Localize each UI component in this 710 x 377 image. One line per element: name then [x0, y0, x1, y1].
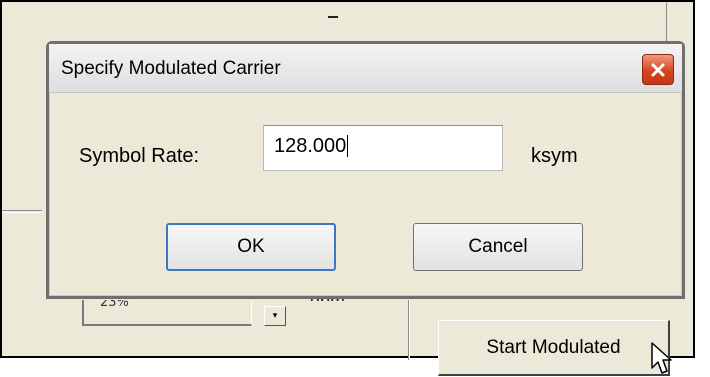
background-frame-edge [666, 2, 667, 42]
background-dash [328, 16, 338, 18]
dialog-title: Specify Modulated Carrier [61, 58, 281, 79]
dropdown-arrow-button[interactable]: ▾ [264, 306, 286, 326]
mouse-pointer-icon [651, 342, 672, 374]
symbol-rate-label: Symbol Rate: [79, 145, 200, 167]
background-value-field[interactable]: 23% [82, 300, 252, 326]
close-button[interactable] [642, 54, 674, 85]
background-divider-highlight [2, 212, 42, 213]
text-caret [347, 135, 349, 157]
symbol-rate-unit: ksym [531, 145, 578, 167]
background-group-separator-highlight [409, 300, 410, 360]
close-icon [651, 63, 665, 76]
specify-modulated-carrier-dialog: Specify Modulated Carrier Symbol Rate: 1… [46, 41, 685, 299]
background-divider [2, 210, 42, 211]
cancel-button[interactable]: Cancel [413, 223, 583, 271]
symbol-rate-input[interactable]: 128.000 [263, 125, 503, 171]
symbol-rate-value: 128.000 [274, 135, 347, 157]
app-canvas: 23% ▾ dbm Start Modulated Specify Modula… [0, 0, 710, 377]
ok-button[interactable]: OK [166, 223, 336, 271]
dialog-body: Symbol Rate: 128.000 ksym OK Cancel [49, 93, 682, 296]
start-modulated-button[interactable]: Start Modulated [438, 320, 670, 376]
dialog-titlebar[interactable]: Specify Modulated Carrier [49, 44, 682, 93]
